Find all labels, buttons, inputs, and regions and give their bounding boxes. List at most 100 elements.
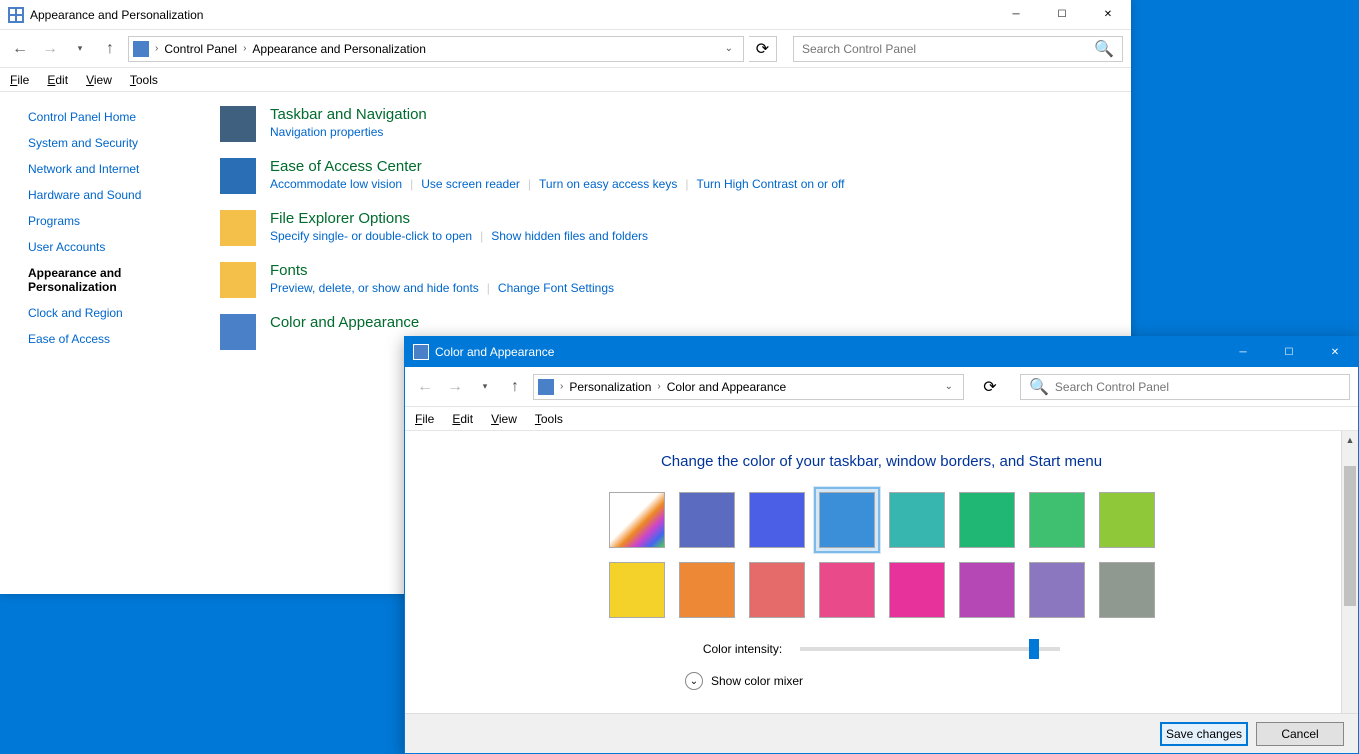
main-title: Appearance and Personalization: [30, 8, 993, 22]
minimize-button[interactable]: ─: [993, 0, 1039, 30]
category-2: File Explorer Options Specify single- or …: [220, 210, 1131, 246]
child-forward-button[interactable]: →: [443, 375, 467, 399]
back-button[interactable]: ←: [8, 37, 32, 61]
child-menu-tools[interactable]: Tools: [535, 412, 563, 426]
up-button[interactable]: ↑: [98, 37, 122, 61]
scrollbar-thumb[interactable]: [1344, 466, 1356, 606]
color-swatch-2[interactable]: [749, 492, 805, 548]
address-bar[interactable]: › Control Panel › Appearance and Persona…: [128, 36, 744, 62]
sidebar-item-7[interactable]: Clock and Region: [28, 306, 200, 320]
color-swatch-15[interactable]: [1099, 562, 1155, 618]
child-maximize-button[interactable]: ☐: [1266, 337, 1312, 367]
main-toolbar: ← → ▾ ↑ › Control Panel › Appearance and…: [0, 30, 1131, 68]
search-icon[interactable]: 🔍: [1094, 39, 1114, 59]
sidebar-item-5[interactable]: User Accounts: [28, 240, 200, 254]
control-panel-icon: [8, 7, 24, 23]
child-address-bar[interactable]: › Personalization › Color and Appearance…: [533, 374, 964, 400]
sidebar-item-2[interactable]: Network and Internet: [28, 162, 200, 176]
category-link[interactable]: Show hidden files and folders: [491, 229, 648, 243]
color-appearance-window: Color and Appearance ─ ☐ ✕ ← → ▾ ↑ › Per…: [404, 336, 1359, 754]
category-icon: [220, 210, 256, 246]
category-title[interactable]: Color and Appearance: [270, 314, 419, 331]
category-title[interactable]: File Explorer Options: [270, 210, 648, 227]
color-window-icon: [413, 344, 429, 360]
category-link[interactable]: Use screen reader: [421, 177, 520, 191]
child-search-input[interactable]: [1055, 380, 1341, 394]
child-menu-file[interactable]: File: [415, 412, 434, 426]
mixer-row[interactable]: ⌄ Show color mixer: [405, 672, 1358, 690]
search-input[interactable]: [802, 42, 1094, 56]
child-menu-edit[interactable]: Edit: [452, 412, 473, 426]
sidebar-item-0[interactable]: Control Panel Home: [28, 110, 200, 124]
save-changes-button[interactable]: Save changes: [1160, 722, 1248, 746]
color-swatch-3[interactable]: [819, 492, 875, 548]
color-swatch-7[interactable]: [1099, 492, 1155, 548]
color-swatch-4[interactable]: [889, 492, 945, 548]
sidebar-item-6[interactable]: Appearance and Personalization: [28, 266, 200, 294]
child-minimize-button[interactable]: ─: [1220, 337, 1266, 367]
vertical-scrollbar[interactable]: ▲: [1341, 431, 1358, 713]
child-menubar: File Edit View Tools: [405, 407, 1358, 431]
child-back-button[interactable]: ←: [413, 375, 437, 399]
scroll-up-icon[interactable]: ▲: [1342, 431, 1358, 448]
category-link[interactable]: Specify single- or double-click to open: [270, 229, 472, 243]
chevron-right-icon: ›: [560, 381, 563, 392]
child-up-button[interactable]: ↑: [503, 375, 527, 399]
search-box[interactable]: 🔍: [793, 36, 1123, 62]
maximize-button[interactable]: ☐: [1039, 0, 1085, 30]
color-swatch-14[interactable]: [1029, 562, 1085, 618]
sidebar-item-3[interactable]: Hardware and Sound: [28, 188, 200, 202]
mixer-label: Show color mixer: [711, 674, 803, 688]
menu-view[interactable]: View: [86, 73, 112, 87]
child-breadcrumb-1[interactable]: Color and Appearance: [667, 380, 786, 394]
color-swatch-13[interactable]: [959, 562, 1015, 618]
category-link[interactable]: Change Font Settings: [498, 281, 614, 295]
child-refresh-button[interactable]: ⟳: [976, 374, 1004, 400]
category-title[interactable]: Taskbar and Navigation: [270, 106, 427, 123]
chevron-down-icon[interactable]: ⌄: [685, 672, 703, 690]
category-link[interactable]: Preview, delete, or show and hide fonts: [270, 281, 479, 295]
address-icon: [133, 41, 149, 57]
breadcrumb-seg-0[interactable]: Control Panel: [164, 42, 237, 56]
color-swatch-6[interactable]: [1029, 492, 1085, 548]
forward-button[interactable]: →: [38, 37, 62, 61]
category-link[interactable]: Turn on easy access keys: [539, 177, 677, 191]
category-link[interactable]: Accommodate low vision: [270, 177, 402, 191]
cancel-button[interactable]: Cancel: [1256, 722, 1344, 746]
category-0: Taskbar and Navigation Navigation propert…: [220, 106, 1131, 142]
intensity-slider[interactable]: [800, 647, 1060, 651]
slider-thumb[interactable]: [1029, 639, 1039, 659]
category-3: Fonts Preview, delete, or show and hide f…: [220, 262, 1131, 298]
category-link[interactable]: Navigation properties: [270, 125, 383, 139]
child-toolbar: ← → ▾ ↑ › Personalization › Color and Ap…: [405, 367, 1358, 407]
child-recent-dropdown[interactable]: ▾: [473, 375, 497, 399]
child-search-box[interactable]: 🔍: [1020, 374, 1350, 400]
search-icon: 🔍: [1029, 377, 1049, 397]
color-swatch-12[interactable]: [889, 562, 945, 618]
color-swatch-8[interactable]: [609, 562, 665, 618]
category-title[interactable]: Ease of Access Center: [270, 158, 845, 175]
category-title[interactable]: Fonts: [270, 262, 614, 279]
address-dropdown-icon[interactable]: ⌄: [719, 43, 739, 54]
sidebar-item-8[interactable]: Ease of Access: [28, 332, 200, 346]
sidebar-item-1[interactable]: System and Security: [28, 136, 200, 150]
close-button[interactable]: ✕: [1085, 0, 1131, 30]
menu-tools[interactable]: Tools: [130, 73, 158, 87]
menu-edit[interactable]: Edit: [47, 73, 68, 87]
recent-dropdown[interactable]: ▾: [68, 37, 92, 61]
child-menu-view[interactable]: View: [491, 412, 517, 426]
child-address-dropdown-icon[interactable]: ⌄: [939, 381, 959, 392]
color-swatch-11[interactable]: [819, 562, 875, 618]
menu-file[interactable]: File: [10, 73, 29, 87]
refresh-button[interactable]: ⟳: [749, 36, 777, 62]
color-swatch-10[interactable]: [749, 562, 805, 618]
color-swatch-0[interactable]: [609, 492, 665, 548]
child-breadcrumb-0[interactable]: Personalization: [569, 380, 651, 394]
color-swatch-9[interactable]: [679, 562, 735, 618]
color-swatch-5[interactable]: [959, 492, 1015, 548]
sidebar-item-4[interactable]: Programs: [28, 214, 200, 228]
breadcrumb-seg-1[interactable]: Appearance and Personalization: [252, 42, 425, 56]
child-close-button[interactable]: ✕: [1312, 337, 1358, 367]
category-link[interactable]: Turn High Contrast on or off: [696, 177, 844, 191]
color-swatch-1[interactable]: [679, 492, 735, 548]
